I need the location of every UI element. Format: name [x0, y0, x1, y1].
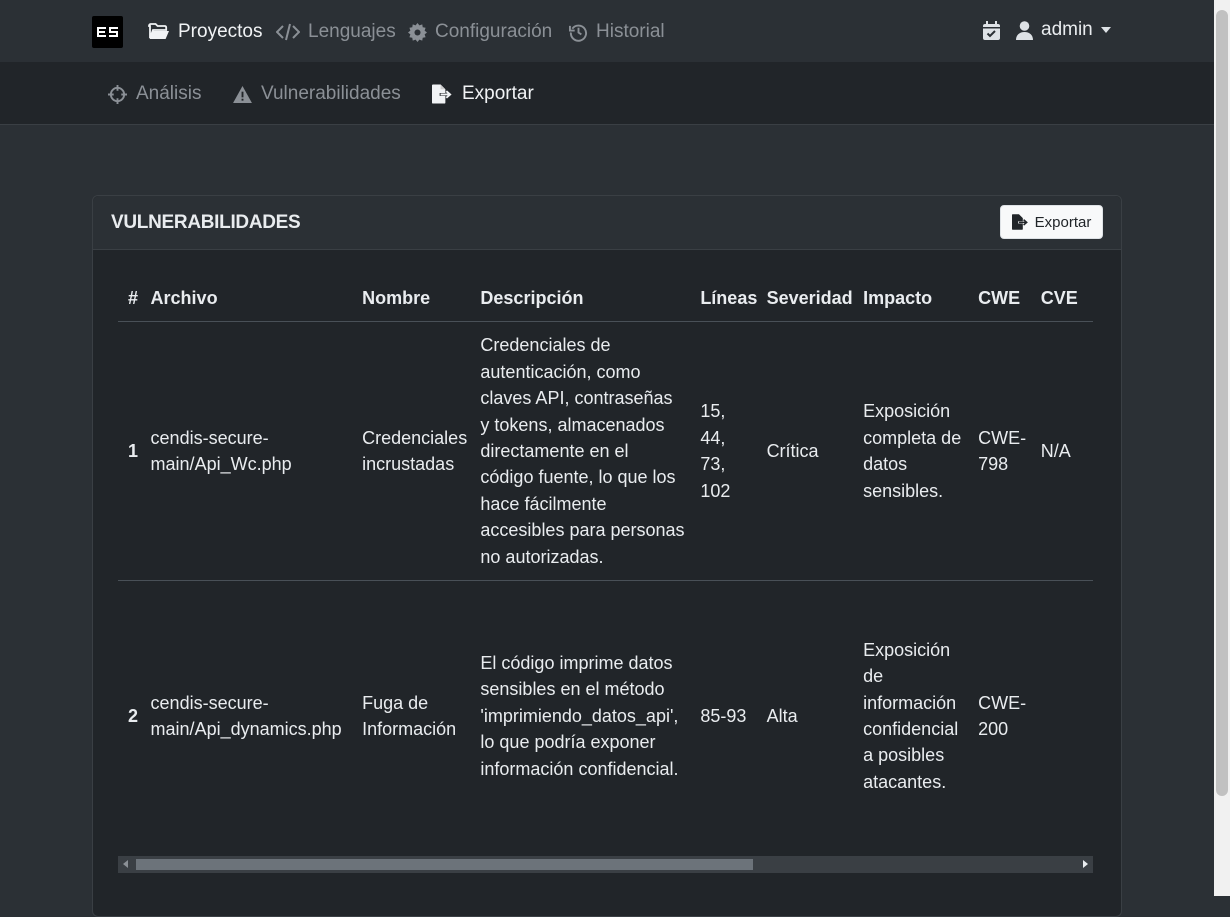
card-header: VULNERABILIDADES Exportar	[93, 196, 1121, 250]
nav-lenguajes[interactable]: Lenguajes	[276, 19, 396, 45]
scroll-thumb[interactable]	[136, 859, 753, 870]
page-vertical-scrollbar[interactable]	[1214, 0, 1230, 896]
export-button[interactable]: Exportar	[1000, 205, 1103, 239]
nav-proyectos-label: Proyectos	[178, 21, 263, 42]
cell-num: 2	[128, 705, 139, 726]
subnav-exportar-label: Exportar	[462, 83, 534, 104]
vulnerabilities-table-container[interactable]: # Archivo Nombre Descripción Líneas Seve…	[118, 275, 1093, 855]
cell-cve	[1041, 581, 1093, 852]
cell-descripcion: Credenciales de autenticación, como clav…	[480, 321, 701, 582]
cell-severidad: Alta	[766, 705, 798, 726]
top-navbar: Proyectos Lenguajes Configuración Histor…	[0, 0, 1214, 63]
warning-icon	[233, 85, 252, 103]
cell-lineas: 85-93	[700, 705, 747, 726]
nav-lenguajes-label: Lenguajes	[308, 21, 396, 42]
nav-configuracion[interactable]: Configuración	[408, 19, 552, 45]
subnav-analisis[interactable]: Análisis	[108, 81, 201, 107]
file-export-icon	[1011, 214, 1028, 230]
subnav-analisis-label: Análisis	[136, 83, 202, 104]
cell-archivo: cendis-secure-main/Api_Wc.php	[150, 321, 363, 582]
col-header-archivo: Archivo	[150, 275, 363, 323]
table-horizontal-scrollbar[interactable]	[118, 856, 1093, 873]
cell-lineas: 15, 44, 73, 102	[700, 321, 767, 582]
col-header-descripcion: Descripción	[480, 275, 701, 323]
nav-historial[interactable]: Historial	[569, 19, 665, 45]
col-header-num: #	[118, 275, 151, 323]
history-icon	[569, 24, 587, 42]
subnav-exportar[interactable]: Exportar	[432, 81, 534, 107]
export-button-label: Exportar	[1034, 213, 1092, 231]
col-header-nombre: Nombre	[362, 275, 481, 323]
user-menu[interactable]: admin	[983, 19, 1111, 41]
cell-impacto: Exposición de información confidencial a…	[863, 639, 959, 792]
cell-impacto: Exposición completa de datos sensibles.	[863, 321, 979, 582]
cell-archivo: cendis-secure-main/Api_dynamics.php	[150, 692, 342, 740]
vulnerabilities-table: # Archivo Nombre Descripción Líneas Seve…	[118, 275, 1093, 851]
calendar-check-icon[interactable]	[983, 20, 1000, 40]
cell-nombre: Fuga de Información	[362, 692, 457, 740]
col-header-impacto: Impacto	[863, 275, 979, 323]
nav-historial-label: Historial	[596, 21, 665, 42]
col-header-cwe: CWE	[978, 275, 1041, 323]
table-row: 1 cendis-secure-main/Api_Wc.php Credenci…	[118, 321, 1093, 582]
code-icon	[276, 23, 300, 41]
scroll-left-arrow-icon[interactable]	[123, 860, 128, 868]
cell-nombre: Credenciales incrustadas	[362, 321, 481, 582]
file-export-icon	[432, 84, 452, 104]
folder-open-icon	[148, 23, 169, 39]
cell-severidad: Crítica	[766, 321, 864, 582]
cell-cve: N/A	[1040, 321, 1093, 582]
card-title: VULNERABILIDADES	[111, 212, 301, 233]
nav-proyectos[interactable]: Proyectos	[148, 19, 262, 45]
page-scroll-thumb[interactable]	[1216, 10, 1228, 796]
table-header-row: # Archivo Nombre Descripción Líneas Seve…	[118, 275, 1093, 323]
user-name: admin	[1041, 19, 1093, 40]
nav-configuracion-label: Configuración	[435, 21, 553, 42]
cell-cwe: CWE-798	[978, 321, 1041, 582]
user-icon	[1016, 20, 1033, 40]
brand-logo[interactable]	[92, 16, 123, 48]
subnav-vulnerabilidades[interactable]: Vulnerabilidades	[233, 81, 401, 107]
cell-descripcion: El código imprime datos sensibles en el …	[480, 653, 679, 779]
cell-num: 1	[118, 321, 151, 582]
col-header-lineas: Líneas	[700, 275, 767, 323]
gear-icon	[408, 22, 427, 42]
subnav-vulnerabilidades-label: Vulnerabilidades	[261, 83, 401, 104]
scroll-right-arrow-icon[interactable]	[1083, 860, 1088, 868]
col-header-cve: CVE	[1040, 275, 1093, 323]
col-header-severidad: Severidad	[766, 275, 864, 323]
cell-cwe: CWE-200	[978, 692, 1027, 740]
crosshairs-icon	[108, 84, 127, 104]
caret-down-icon	[1100, 27, 1111, 33]
table-row: 2 cendis-secure-main/Api_dynamics.php Fu…	[118, 581, 1093, 852]
